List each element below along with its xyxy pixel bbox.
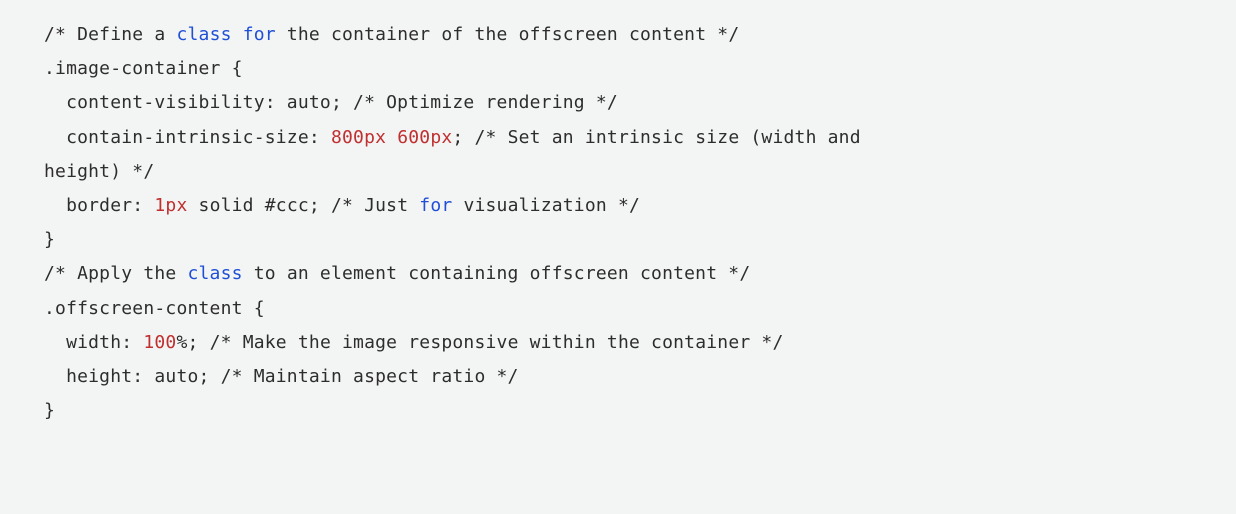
- code-token: [232, 24, 243, 45]
- code-token: /* Apply the: [44, 263, 187, 284]
- code-token: width:: [44, 332, 143, 353]
- code-token: 800px: [331, 127, 386, 148]
- code-token: .image-container {: [44, 58, 243, 79]
- code-line: height) */: [44, 155, 1192, 189]
- code-token: height) */: [44, 161, 154, 182]
- code-line: height: auto; /* Maintain aspect ratio *…: [44, 360, 1192, 394]
- code-token: .offscreen-content {: [44, 298, 265, 319]
- code-token: contain-intrinsic-size:: [44, 127, 331, 148]
- code-token: }: [44, 229, 55, 250]
- code-line: }: [44, 394, 1192, 428]
- code-token: class: [187, 263, 242, 284]
- code-token: /* Define a: [44, 24, 176, 45]
- code-token: }: [44, 400, 55, 421]
- code-line: content-visibility: auto; /* Optimize re…: [44, 86, 1192, 120]
- code-token: content-visibility: auto; /* Optimize re…: [44, 92, 618, 113]
- code-line: border: 1px solid #ccc; /* Just for visu…: [44, 189, 1192, 223]
- code-line: contain-intrinsic-size: 800px 600px; /* …: [44, 121, 1192, 155]
- code-token: 1px: [154, 195, 187, 216]
- code-token: height: auto; /* Maintain aspect ratio *…: [44, 366, 519, 387]
- code-line: .offscreen-content {: [44, 292, 1192, 326]
- code-token: solid #ccc; /* Just: [188, 195, 420, 216]
- code-line: /* Define a class for the container of t…: [44, 18, 1192, 52]
- code-token: for: [419, 195, 452, 216]
- code-line: /* Apply the class to an element contain…: [44, 257, 1192, 291]
- code-token: class: [176, 24, 231, 45]
- code-token: for: [243, 24, 276, 45]
- code-token: 100: [143, 332, 176, 353]
- code-token: to an element containing offscreen conte…: [243, 263, 751, 284]
- code-token: 600px: [397, 127, 452, 148]
- code-token: border:: [44, 195, 154, 216]
- code-token: [386, 127, 397, 148]
- code-token: visualization */: [452, 195, 640, 216]
- code-line: }: [44, 223, 1192, 257]
- code-token: %; /* Make the image responsive within t…: [176, 332, 783, 353]
- code-token: ; /* Set an intrinsic size (width and: [452, 127, 860, 148]
- code-line: .image-container {: [44, 52, 1192, 86]
- code-token: the container of the offscreen content *…: [276, 24, 740, 45]
- code-block: /* Define a class for the container of t…: [0, 0, 1236, 456]
- code-line: width: 100%; /* Make the image responsiv…: [44, 326, 1192, 360]
